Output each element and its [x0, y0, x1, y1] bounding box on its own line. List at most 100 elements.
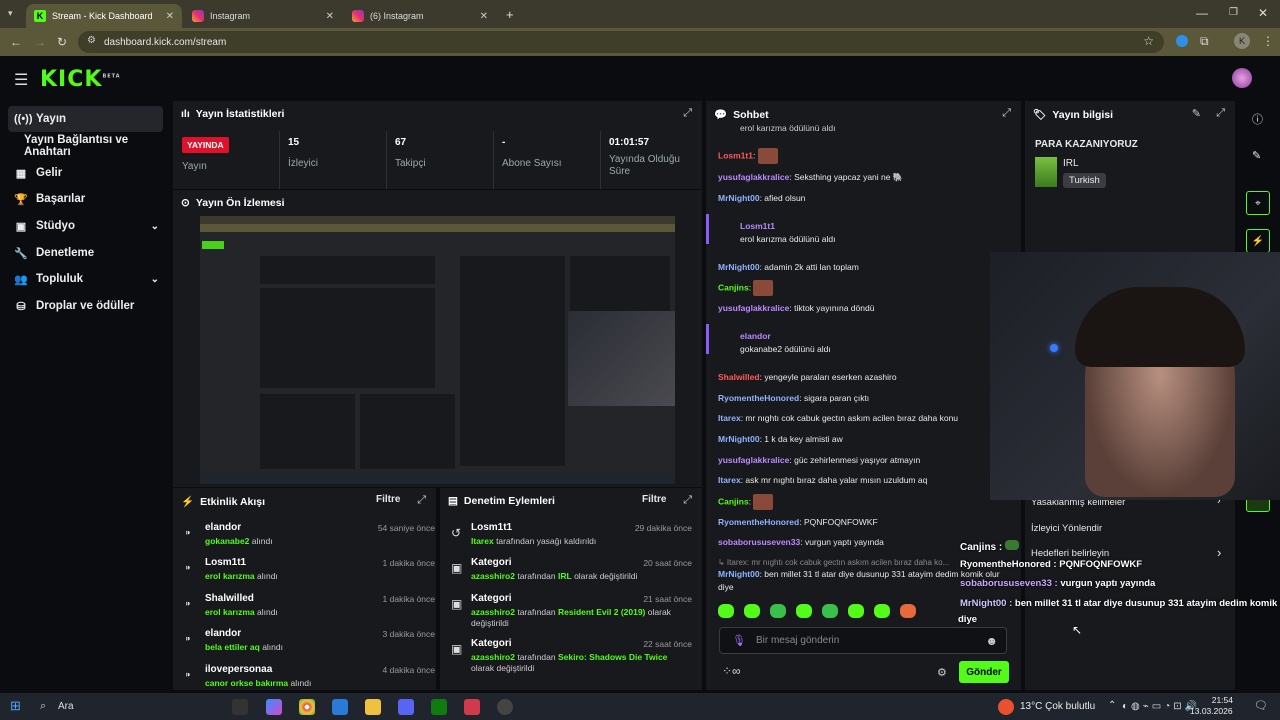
url-field[interactable]: ⚙ dashboard.kick.com/stream ☆	[78, 31, 1164, 53]
chat-username[interactable]: Canjins	[718, 282, 749, 292]
file-explorer-icon[interactable]	[365, 699, 381, 715]
emote-icon[interactable]	[848, 604, 864, 618]
close-tab-icon[interactable]: ✕	[166, 11, 174, 22]
tab-kick-dashboard[interactable]: K Stream - Kick Dashboard ✕	[26, 4, 182, 28]
obs-icon[interactable]	[497, 699, 513, 715]
chat-username[interactable]: Itarex	[718, 475, 741, 485]
app-icon[interactable]	[332, 699, 348, 715]
tab-instagram[interactable]: Instagram ✕	[184, 4, 342, 28]
emote-icon[interactable]	[718, 604, 734, 618]
emote-icon[interactable]	[822, 604, 838, 618]
extension-icon[interactable]	[1176, 35, 1188, 47]
info-icon[interactable]: ⓘ	[1252, 111, 1263, 127]
new-tab-icon[interactable]: +	[506, 7, 514, 22]
discord-icon[interactable]	[398, 699, 414, 715]
user-avatar[interactable]	[1232, 68, 1252, 88]
sidebar-item-stream-key[interactable]: Yayın Bağlantısı ve Anahtarı	[8, 133, 173, 159]
moderation-target[interactable]: Kategori	[471, 638, 512, 649]
emote-icon[interactable]	[770, 604, 786, 618]
expand-icon[interactable]: ⤢	[1216, 107, 1225, 120]
moderation-target[interactable]: Kategori	[471, 557, 512, 568]
sidebar-item-topluluk[interactable]: 👥 Topluluk ⌄	[8, 266, 163, 292]
sidebar-item-droplar[interactable]: ⛁ Droplar ve ödüller	[8, 293, 163, 319]
copilot-icon[interactable]	[266, 699, 282, 715]
chat-username[interactable]: yusufaglakkralice	[718, 172, 789, 182]
weather-text[interactable]: 13°C Çok bulutlu	[1020, 701, 1095, 712]
chat-username[interactable]: RyomentheHonored	[718, 517, 799, 527]
xbox-icon[interactable]	[431, 699, 447, 715]
app-icon[interactable]	[464, 699, 480, 715]
close-tab-icon[interactable]: ✕	[326, 11, 334, 22]
sidebar-item-basarilar[interactable]: 🏆 Başarılar	[8, 186, 163, 212]
sidebar-item-denetleme[interactable]: 🔧 Denetleme	[8, 240, 163, 266]
send-button[interactable]: Gönder	[959, 661, 1009, 683]
system-tray-icons[interactable]: ◐◍⌁▭◔⊡🔊	[1122, 701, 1200, 712]
browser-menu-icon[interactable]: ⋮	[1262, 34, 1274, 48]
chat-username[interactable]: Canjins	[718, 496, 749, 506]
chat-username[interactable]: MrNight00	[718, 434, 760, 444]
raid-item[interactable]: İzleyici Yönlendir	[1031, 523, 1102, 534]
expand-icon[interactable]: ⤢	[1002, 107, 1011, 120]
emoji-icon[interactable]: ☻	[985, 634, 998, 648]
goals-item[interactable]: Hedefleri belirleyin	[1031, 548, 1109, 559]
chat-username[interactable]: MrNight00	[718, 193, 760, 203]
extensions-puzzle-icon[interactable]: ⧉	[1200, 34, 1209, 49]
tab-instagram-6[interactable]: (6) Instagram ✕	[344, 4, 496, 28]
close-window-icon[interactable]: ✕	[1258, 6, 1268, 20]
emote-icon[interactable]	[796, 604, 812, 618]
activity-user[interactable]: elandor	[205, 628, 241, 639]
stream-preview-video[interactable]	[200, 216, 675, 484]
sidebar-item-yayin[interactable]: ((•)) Yayın	[8, 106, 163, 132]
activity-user[interactable]: Shalwilled	[205, 593, 254, 604]
lightning-tool-icon[interactable]: ⚡	[1246, 229, 1270, 253]
hamburger-menu-icon[interactable]: ☰	[14, 70, 28, 90]
clock-date[interactable]: 13.03.2026	[1190, 706, 1233, 716]
mic-icon[interactable]: 🎙	[732, 634, 746, 647]
task-view-icon[interactable]	[232, 699, 248, 715]
activity-user[interactable]: ilovepersonaa	[205, 664, 272, 675]
emote-icon[interactable]	[744, 604, 760, 618]
profile-avatar[interactable]: K	[1234, 33, 1250, 49]
chat-username[interactable]: MrNight00	[718, 262, 760, 272]
windows-start-icon[interactable]: ⊞	[10, 698, 21, 714]
chat-username[interactable]: Losm1t1	[718, 150, 753, 160]
forward-icon[interactable]: →	[34, 35, 46, 49]
chat-username[interactable]: Shalwilled	[718, 372, 760, 382]
moderation-target[interactable]: Losm1t1	[471, 522, 512, 533]
expand-icon[interactable]: ⤢	[417, 494, 426, 507]
clock-time[interactable]: 21:54	[1205, 695, 1233, 705]
restore-icon[interactable]: ❐	[1229, 7, 1238, 18]
emote-icon[interactable]	[900, 604, 916, 618]
notification-icon[interactable]: 🗨	[1254, 699, 1268, 712]
settings-gear-icon[interactable]: ⚙	[937, 666, 947, 679]
chat-username[interactable]: yusufaglakkralice	[718, 455, 789, 465]
bookmark-star-icon[interactable]: ☆	[1143, 34, 1154, 48]
close-tab-icon[interactable]: ✕	[480, 11, 488, 22]
back-icon[interactable]: ←	[10, 35, 22, 49]
camera-tool-icon[interactable]: ⌖	[1246, 191, 1270, 215]
reload-icon[interactable]: ↻	[57, 35, 67, 49]
edit-icon[interactable]: ✎	[1252, 149, 1261, 162]
chat-username[interactable]: yusufaglakkralice	[718, 303, 789, 313]
chat-username[interactable]: RyomentheHonored	[718, 393, 799, 403]
points-icon[interactable]: ⁘∞	[722, 664, 741, 678]
expand-icon[interactable]: ⤢	[683, 494, 692, 507]
chat-username[interactable]: Itarex	[718, 413, 741, 423]
kick-logo[interactable]: KICKBETA	[40, 67, 121, 92]
chat-username[interactable]: elandor	[740, 330, 1025, 343]
search-icon[interactable]: ⌕	[40, 700, 46, 713]
chrome-icon[interactable]	[299, 699, 315, 715]
sidebar-item-gelir[interactable]: ▦ Gelir	[8, 160, 163, 186]
tray-chevron-icon[interactable]: ⌃	[1108, 700, 1116, 711]
activity-user[interactable]: elandor	[205, 522, 241, 533]
expand-icon[interactable]: ⤢	[683, 107, 692, 120]
activity-user[interactable]: Losm1t1	[205, 557, 246, 568]
taskbar-search[interactable]: Ara	[58, 701, 74, 712]
chat-username[interactable]: MrNight00	[718, 569, 760, 579]
chat-input[interactable]: 🎙 Bir mesaj gönderin ☻	[719, 627, 1007, 654]
moderation-target[interactable]: Kategori	[471, 593, 512, 604]
moderation-filter-button[interactable]: Filtre	[642, 494, 666, 505]
tab-list-icon[interactable]: ▾	[8, 8, 13, 19]
chat-username[interactable]: Losm1t1	[740, 220, 1025, 233]
emote-icon[interactable]	[874, 604, 890, 618]
